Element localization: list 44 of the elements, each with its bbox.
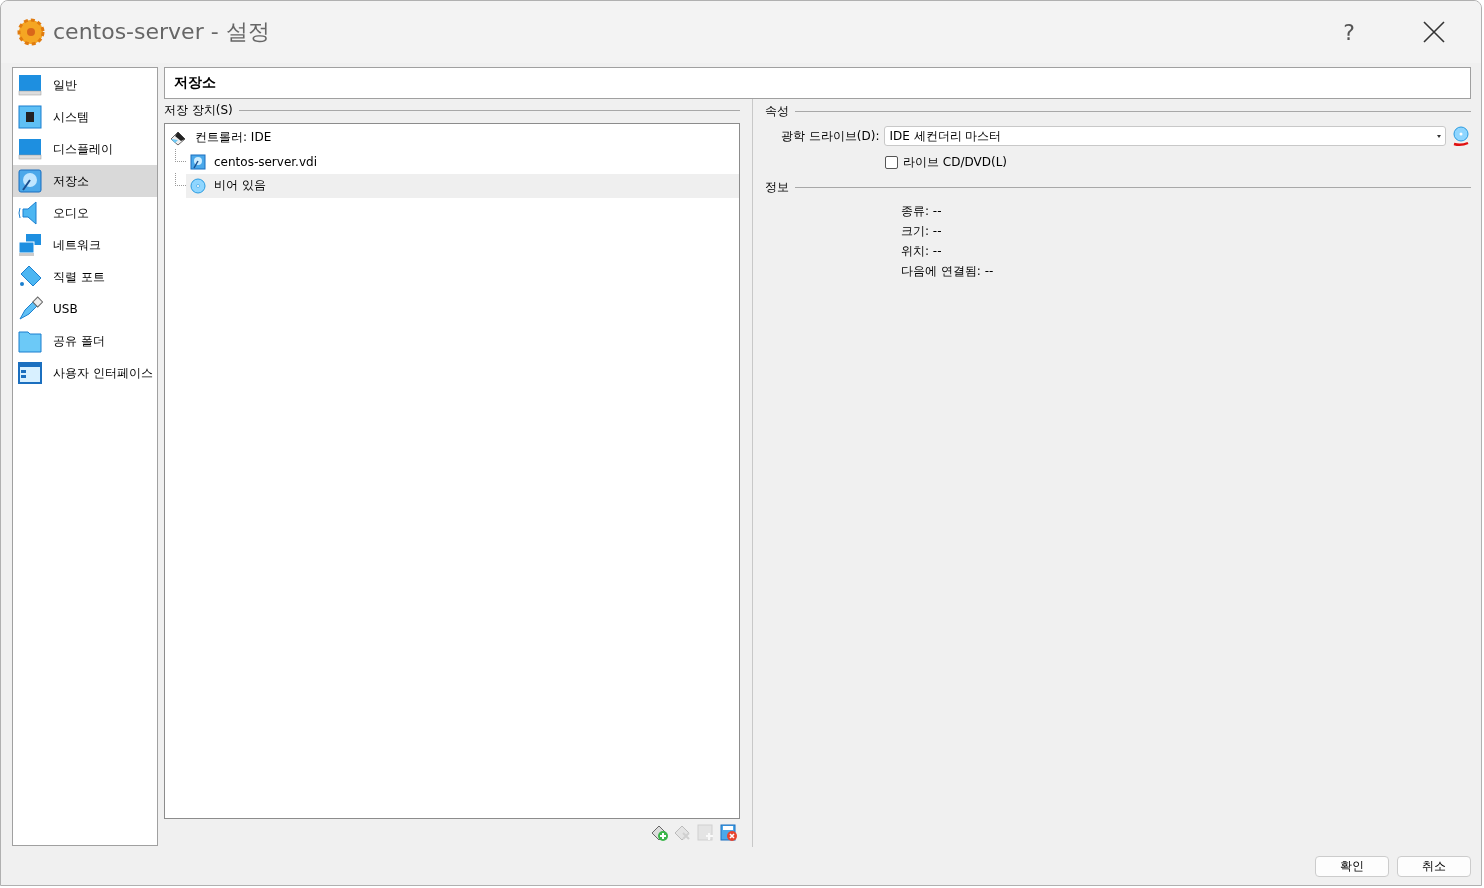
info-row-text: 다음에 연결됨: -- (900, 263, 994, 280)
sidebar-item[interactable]: 공유 폴더 (13, 325, 157, 357)
sidebar-item[interactable]: 일반 (13, 69, 157, 101)
help-button[interactable]: ? (1343, 19, 1355, 45)
gear-logo-icon (15, 16, 47, 48)
monitor-icon (17, 72, 43, 98)
sidebar-item[interactable]: 오디오 (13, 197, 157, 229)
section-title: 저장 장치(S) (164, 102, 233, 120)
info-row-text: 위치: -- (900, 243, 942, 260)
ok-button[interactable]: 확인 (1315, 855, 1389, 877)
checkbox[interactable] (885, 155, 898, 169)
optical-drive-dropdown[interactable]: IDE 세컨더리 마스터 (884, 126, 1446, 146)
sidebar-item[interactable]: 시스템 (13, 101, 157, 133)
sidebar-item[interactable]: 사용자 인터페이스 (13, 357, 157, 389)
section-title: 정보 (765, 178, 789, 196)
controller-icon (169, 129, 187, 146)
add-controller-icon[interactable] (651, 824, 669, 842)
usb-icon (17, 296, 43, 322)
cancel-button[interactable]: 취소 (1397, 855, 1471, 877)
caret-icon (1437, 134, 1441, 138)
info-row-text: 종류: -- (900, 203, 942, 220)
disc-icon (190, 177, 206, 194)
tree-item[interactable]: 컨트롤러: IDE (165, 125, 739, 150)
disc-icon[interactable] (1451, 125, 1471, 147)
remove-attachment-icon[interactable] (720, 824, 738, 842)
field-label: 광학 드라이브(D): (781, 127, 880, 145)
chip-icon (17, 104, 43, 130)
sidebar-item[interactable]: 저장소 (13, 165, 157, 197)
section-title: 속성 (765, 102, 789, 120)
sidebar-item[interactable]: 디스플레이 (13, 133, 157, 165)
display-icon (17, 136, 43, 162)
sidebar-item[interactable]: 직렬 포트 (13, 261, 157, 293)
page-header: 저장소 (164, 67, 1471, 99)
sidebar-item[interactable]: 네트워크 (13, 229, 157, 261)
window-title: centos-server - 설정 (53, 18, 270, 46)
close-icon[interactable] (1423, 21, 1445, 43)
folder-icon (17, 328, 43, 354)
tree-item[interactable]: centos-server.vdi (186, 149, 739, 174)
live-cd-checkbox[interactable]: 라이브 CD/DVD(L) (765, 149, 1007, 175)
tree-item[interactable]: 비어 있음 (186, 173, 739, 198)
network-icon (17, 232, 43, 258)
window-icon (17, 360, 43, 386)
sidebar-item[interactable]: USB (13, 293, 157, 325)
info-row-text: 크기: -- (900, 223, 942, 240)
